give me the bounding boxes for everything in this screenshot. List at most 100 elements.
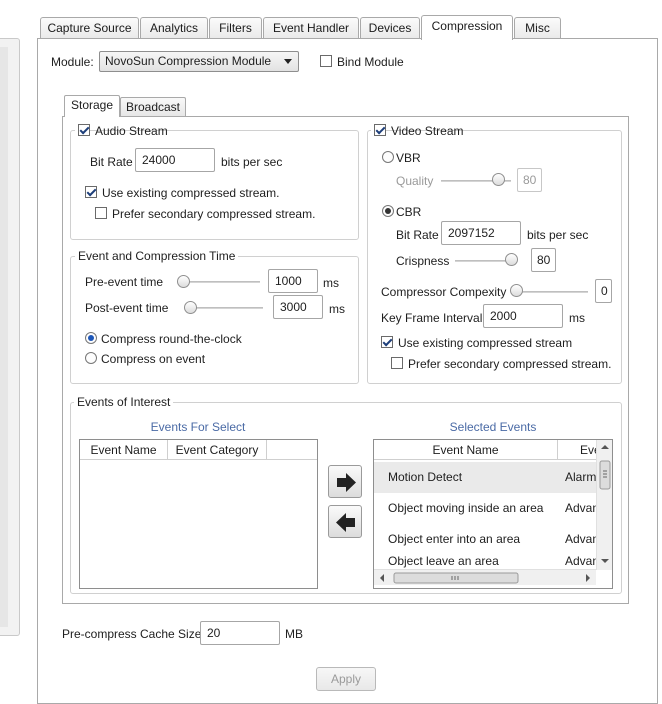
keyframe-input[interactable]: 2000: [483, 304, 563, 328]
post-event-slider-thumb[interactable]: [184, 301, 197, 314]
chevron-down-icon: [284, 59, 292, 64]
audio-prefer-secondary-label: Prefer secondary compressed stream.: [112, 207, 316, 221]
scrollbar-h-arrows-icon: [380, 572, 590, 584]
tab-compression[interactable]: Compression: [421, 15, 513, 40]
column-event-category[interactable]: Event Category: [168, 440, 267, 460]
complexity-slider-thumb[interactable]: [510, 284, 523, 297]
tab-devices[interactable]: Devices: [360, 17, 420, 39]
keyframe-unit: ms: [569, 311, 585, 325]
video-prefer-secondary-checkbox[interactable]: [391, 357, 403, 369]
subtab-broadcast[interactable]: Broadcast: [120, 97, 186, 117]
column-event-name[interactable]: Event Name: [80, 440, 168, 460]
module-label: Module:: [51, 55, 94, 69]
vbr-radio[interactable]: [382, 151, 394, 163]
bind-module-label: Bind Module: [337, 55, 404, 69]
events-of-interest-title: Events of Interest: [74, 395, 174, 409]
arrow-right-icon: [337, 473, 356, 492]
pre-event-label: Pre-event time: [85, 275, 164, 289]
tab-analytics[interactable]: Analytics: [140, 17, 208, 39]
tab-misc[interactable]: Misc: [514, 17, 561, 39]
event-category-cell: Advan: [565, 501, 600, 515]
column-event-name[interactable]: Event Name: [374, 440, 558, 460]
video-prefer-secondary-label: Prefer secondary compressed stream.: [408, 357, 612, 371]
tab-event-handler[interactable]: Event Handler: [263, 17, 359, 39]
cache-size-label: Pre-compress Cache Size: [62, 627, 202, 641]
audio-stream-group: [70, 130, 359, 240]
event-category-cell: Advan: [565, 532, 600, 546]
cache-size-input[interactable]: 20: [200, 621, 280, 645]
event-name-cell: Object moving inside an area: [388, 501, 544, 515]
scrollbar-arrows-icon: [599, 445, 611, 563]
audio-stream-title: Audio Stream: [95, 124, 168, 138]
complexity-label: Compressor Compexity: [381, 285, 507, 299]
compress-on-event-radio[interactable]: [85, 352, 97, 364]
keyframe-label: Key Frame Interval: [381, 311, 483, 325]
vertical-scrollbar[interactable]: [596, 440, 612, 570]
list-item[interactable]: Object enter into an area Advan: [374, 524, 600, 555]
arrow-left-icon: [336, 513, 355, 532]
cbr-label: CBR: [396, 205, 422, 219]
compress-round-the-clock-radio[interactable]: [85, 332, 97, 344]
complexity-slider-track: [512, 291, 588, 293]
post-event-label: Post-event time: [85, 301, 169, 315]
selected-events-title: Selected Events: [449, 420, 537, 434]
cbr-radio[interactable]: [382, 205, 394, 217]
video-stream-checkbox[interactable]: [374, 124, 386, 136]
quality-slider-thumb[interactable]: [492, 173, 505, 186]
horizontal-scrollbar[interactable]: [374, 569, 596, 585]
pre-event-slider-track: [178, 281, 260, 283]
video-bitrate-unit: bits per sec: [527, 228, 589, 242]
video-bitrate-label: Bit Rate: [396, 228, 439, 242]
crispness-slider-thumb[interactable]: [505, 253, 518, 266]
column-event-category[interactable]: Eve: [558, 440, 598, 460]
events-for-select-list[interactable]: Event Name Event Category: [79, 439, 318, 589]
module-dropdown-value: NovoSun Compression Module: [105, 54, 272, 68]
cache-size-unit: MB: [285, 627, 303, 641]
audio-bitrate-input[interactable]: 24000: [135, 148, 215, 172]
add-event-button[interactable]: [328, 465, 362, 498]
pre-event-slider-thumb[interactable]: [177, 275, 190, 288]
crispness-label: Crispness: [396, 254, 450, 268]
subtab-storage[interactable]: Storage: [64, 95, 120, 117]
audio-use-existing-checkbox[interactable]: [85, 186, 97, 198]
list-item[interactable]: Object leave an area Advan: [374, 555, 596, 569]
vbr-label: VBR: [396, 151, 421, 165]
quality-label: Quality: [396, 174, 434, 188]
audio-bitrate-label: Bit Rate: [90, 155, 133, 169]
post-event-unit: ms: [329, 302, 345, 316]
events-for-select-header: Event Name Event Category: [80, 440, 317, 460]
video-use-existing-label: Use existing compressed stream: [398, 336, 573, 350]
complexity-input[interactable]: 0: [595, 279, 612, 303]
crispness-input[interactable]: 80: [531, 248, 556, 272]
module-dropdown[interactable]: NovoSun Compression Module: [99, 51, 299, 72]
compress-on-event-label: Compress on event: [101, 352, 206, 366]
remove-event-button[interactable]: [328, 505, 362, 538]
bind-module-checkbox[interactable]: [320, 55, 332, 67]
list-item[interactable]: Motion Detect Alarm: [374, 462, 596, 493]
event-name-cell: Object leave an area: [388, 555, 499, 568]
event-category-cell: Alarm: [565, 470, 597, 484]
post-event-input[interactable]: 3000: [273, 295, 323, 319]
tab-capture-source[interactable]: Capture Source: [40, 17, 139, 39]
audio-prefer-secondary-checkbox[interactable]: [95, 207, 107, 219]
video-stream-title: Video Stream: [391, 124, 464, 138]
event-name-cell: Motion Detect: [388, 470, 463, 484]
selected-events-header: Event Name Eve: [374, 440, 598, 460]
event-category-cell: Advan: [565, 555, 596, 568]
apply-button[interactable]: Apply: [316, 667, 376, 691]
compress-round-the-clock-label: Compress round-the-clock: [101, 332, 242, 346]
list-item[interactable]: Object moving inside an area Advan: [374, 493, 600, 524]
events-for-select-title: Events For Select: [150, 420, 246, 434]
pre-event-input[interactable]: 1000: [268, 269, 318, 293]
quality-input[interactable]: 80: [517, 168, 542, 192]
audio-bitrate-unit: bits per sec: [221, 155, 283, 169]
selected-events-list[interactable]: Event Name Eve Motion Detect Alarm Objec…: [373, 439, 613, 589]
audio-stream-checkbox[interactable]: [78, 124, 90, 136]
video-use-existing-checkbox[interactable]: [381, 336, 393, 348]
tab-filters[interactable]: Filters: [209, 17, 262, 39]
event-name-cell: Object enter into an area: [388, 532, 521, 546]
event-compression-title: Event and Compression Time: [75, 249, 239, 263]
video-bitrate-input[interactable]: 2097152: [441, 221, 521, 245]
pre-event-unit: ms: [323, 276, 339, 290]
left-panel-edge: [0, 38, 20, 636]
